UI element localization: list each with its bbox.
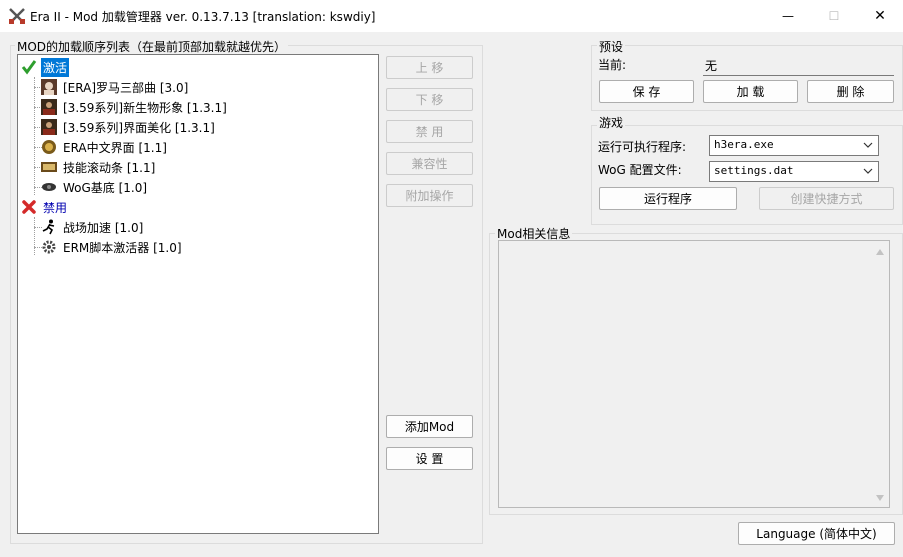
move-up-button[interactable]: 上 移: [386, 56, 473, 79]
gear-icon: [42, 240, 56, 254]
tree-item-label: [3.59系列]界面美化 [1.3.1]: [63, 120, 215, 135]
compatibility-button[interactable]: 兼容性: [386, 152, 473, 175]
scroll-down-arrow-icon[interactable]: [876, 495, 884, 501]
preset-current-field: 无: [703, 54, 894, 76]
title-bar: Era II - Mod 加载管理器 ver. 0.13.7.13 [trans…: [0, 0, 903, 32]
scroll-bar-icon: [41, 162, 57, 172]
tree-category-label: 激活: [41, 57, 70, 77]
run-game-button[interactable]: 运行程序: [599, 187, 737, 210]
tree-item[interactable]: [3.59系列]新生物形象 [1.3.1]: [41, 97, 229, 117]
mod-info-scrollbar[interactable]: [872, 241, 889, 507]
config-select-value: settings.dat: [714, 164, 794, 177]
load-preset-button[interactable]: 加 载: [703, 80, 798, 103]
tree-category-label: 禁用: [43, 200, 68, 215]
exe-select-value: h3era.exe: [714, 138, 774, 151]
portrait-icon: [41, 79, 57, 95]
mod-list-group-title: MOD的加载顺序列表（在最前顶部加载就越优先）: [15, 38, 289, 55]
language-button[interactable]: Language (简体中文): [738, 522, 895, 545]
tree-item-label: WoG基底 [1.0]: [63, 180, 148, 195]
preset-group-title: 预设: [597, 38, 626, 55]
create-shortcut-button[interactable]: 创建快捷方式: [759, 187, 894, 210]
game-group-title: 游戏: [597, 114, 626, 131]
close-icon: ✕: [874, 8, 886, 24]
delete-preset-button[interactable]: 删 除: [807, 80, 894, 103]
maximize-icon: ☐: [828, 9, 840, 23]
scroll-up-arrow-icon[interactable]: [876, 249, 884, 255]
exe-label: 运行可执行程序:: [598, 140, 687, 154]
save-preset-button[interactable]: 保 存: [599, 80, 694, 103]
mod-tree[interactable]: 激活 [ERA]罗马三部曲 [3.0] [3.59系列]新生物形象 [1.3.1…: [17, 54, 379, 534]
creature-portrait-icon: [41, 119, 57, 135]
move-down-button[interactable]: 下 移: [386, 88, 473, 111]
tree-item-label: ERM脚本激活器 [1.0]: [63, 240, 182, 255]
config-select[interactable]: settings.dat: [709, 161, 879, 182]
disable-button[interactable]: 禁 用: [386, 120, 473, 143]
tree-item[interactable]: 战场加速 [1.0]: [41, 217, 145, 237]
extra-actions-button[interactable]: 附加操作: [386, 184, 473, 207]
tree-item[interactable]: WoG基底 [1.0]: [41, 177, 149, 197]
tree-item-label: [ERA]罗马三部曲 [3.0]: [63, 80, 189, 95]
maximize-button[interactable]: ☐: [811, 0, 857, 32]
minimize-button[interactable]: —: [765, 0, 811, 32]
tree-category-disabled[interactable]: 禁用: [21, 197, 69, 217]
runner-icon: [42, 219, 55, 235]
tree-item[interactable]: [3.59系列]界面美化 [1.3.1]: [41, 117, 217, 137]
config-label: WoG 配置文件:: [598, 163, 682, 177]
preset-current-label: 当前:: [598, 58, 627, 72]
check-icon: [21, 60, 37, 75]
tree-item[interactable]: 技能滚动条 [1.1]: [41, 157, 157, 177]
chevron-down-icon: [863, 168, 873, 174]
tree-category-active[interactable]: 激活: [21, 57, 70, 77]
emblem-icon: [42, 140, 56, 154]
mod-info-textbox[interactable]: [498, 240, 890, 508]
creature-portrait-icon: [41, 99, 57, 115]
close-button[interactable]: ✕: [857, 0, 903, 32]
tree-item[interactable]: [ERA]罗马三部曲 [3.0]: [41, 77, 190, 97]
x-mark-icon: [22, 200, 36, 214]
eye-icon: [42, 183, 56, 191]
tree-item-label: 技能滚动条 [1.1]: [63, 160, 156, 175]
tree-item-label: [3.59系列]新生物形象 [1.3.1]: [63, 100, 227, 115]
tree-item[interactable]: ERM脚本激活器 [1.0]: [41, 237, 184, 257]
window-title: Era II - Mod 加载管理器 ver. 0.13.7.13 [trans…: [30, 10, 376, 24]
crossed-swords-icon: [9, 8, 25, 24]
tree-item-label: 战场加速 [1.0]: [63, 220, 144, 235]
settings-button[interactable]: 设 置: [386, 447, 473, 470]
minimize-icon: —: [782, 9, 794, 23]
tree-item[interactable]: ERA中文界面 [1.1]: [41, 137, 169, 157]
preset-current-value: 无: [705, 59, 718, 73]
exe-select[interactable]: h3era.exe: [709, 135, 879, 156]
chevron-down-icon: [863, 142, 873, 148]
tree-item-label: ERA中文界面 [1.1]: [63, 140, 167, 155]
add-mod-button[interactable]: 添加Mod: [386, 415, 473, 438]
